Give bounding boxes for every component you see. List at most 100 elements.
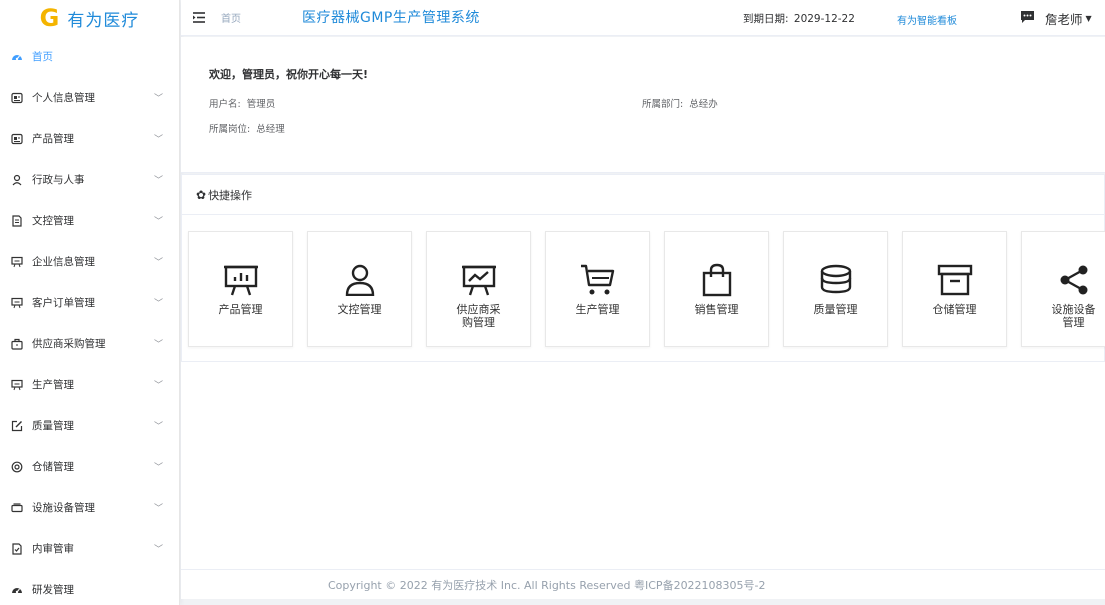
sidebar-item-internal-audit[interactable]: 内审管审 ﹀ [0, 528, 179, 569]
briefcase-icon [10, 337, 24, 351]
sidebar-item-rnd[interactable]: 研发管理 [0, 569, 179, 605]
user-icon [340, 260, 380, 300]
breadcrumb[interactable]: 首页 [221, 10, 241, 25]
quick-card-supplier-purchasing[interactable]: 供应商采购管理 [426, 231, 531, 347]
line-chart-board-icon [459, 260, 499, 300]
sidebar-item-production[interactable]: 生产管理 ﹀ [0, 364, 179, 405]
lifebuoy-icon [10, 460, 24, 474]
expiry-info: 到期日期: 2029-12-22 [743, 11, 855, 26]
message-icon[interactable] [1020, 10, 1036, 26]
username-value: 管理员 [246, 99, 276, 110]
welcome-card: 欢迎，管理员，祝你开心每一天! 用户名: 管理员 所属部门: 总经办 所属岗位: 总经… [181, 37, 1105, 173]
profile-card-icon [10, 132, 24, 146]
sidebar-item-label: 首页 [32, 51, 53, 63]
quick-card-document-control[interactable]: 文控管理 [307, 231, 412, 347]
shopping-bag-icon [697, 260, 737, 300]
quick-card-products[interactable]: 产品管理 [188, 231, 293, 347]
department-value: 总经办 [689, 99, 718, 110]
chevron-down-icon: ﹀ [153, 135, 163, 145]
department-label: 所属部门: [642, 99, 684, 110]
chevron-down-icon: ﹀ [153, 545, 163, 555]
user-dropdown[interactable]: 詹老师 ▼ [1045, 9, 1092, 28]
sidebar-item-label: 仓储管理 [32, 461, 74, 473]
presentation-icon [10, 255, 24, 269]
chevron-down-icon: ﹀ [153, 299, 163, 309]
quick-action-cards: 产品管理 文控管理 供应商采购管理 生产管理 销售管理 质量管理 仓储管理 设施… [188, 231, 1105, 347]
document-check-icon [10, 542, 24, 556]
sidebar-item-supplier-purchasing[interactable]: 供应商采购管理 ﹀ [0, 323, 179, 364]
coins-icon [816, 260, 856, 300]
chevron-down-icon: ﹀ [153, 381, 163, 391]
sidebar-item-label: 企业信息管理 [32, 256, 95, 268]
sidebar-item-enterprise-info[interactable]: 企业信息管理 ﹀ [0, 241, 179, 282]
brand-logo[interactable]: G 有为医疗 [0, 0, 179, 36]
presentation-icon [10, 296, 24, 310]
sidebar-menu: 首页 个人信息管理 ﹀ 产品管理 ﹀ 行政与人事 ﹀ 文控管理 ﹀ 企业信息管理… [0, 36, 179, 605]
sidebar-item-label: 内审管审 [32, 543, 74, 555]
sidebar-item-label: 文控管理 [32, 215, 74, 227]
chevron-down-icon: ﹀ [153, 258, 163, 268]
user-name: 詹老师 [1045, 12, 1083, 27]
quick-card-label: 产品管理 [218, 303, 263, 316]
quick-card-quality[interactable]: 质量管理 [783, 231, 888, 347]
sidebar: G 有为医疗 首页 个人信息管理 ﹀ 产品管理 ﹀ 行政与人事 ﹀ 文控管理 ﹀… [0, 0, 180, 605]
chevron-down-icon: ﹀ [153, 504, 163, 514]
chevron-down-icon: ﹀ [153, 94, 163, 104]
dashboard-icon [10, 50, 24, 64]
sidebar-item-products[interactable]: 产品管理 ﹀ [0, 118, 179, 159]
chevron-down-icon: ﹀ [153, 463, 163, 473]
username-info: 用户名: 管理员 [209, 96, 275, 110]
quick-card-sales[interactable]: 销售管理 [664, 231, 769, 347]
sidebar-item-label: 设施设备管理 [32, 502, 95, 514]
sidebar-item-quality[interactable]: 质量管理 ﹀ [0, 405, 179, 446]
position-label: 所属岗位: [209, 124, 251, 135]
presentation-chart-icon [221, 260, 261, 300]
quick-card-label: 质量管理 [813, 303, 858, 316]
sidebar-item-label: 质量管理 [32, 420, 74, 432]
chevron-down-icon: ﹀ [153, 340, 163, 350]
sidebar-item-home[interactable]: 首页 [0, 36, 179, 77]
sidebar-item-label: 研发管理 [32, 584, 74, 596]
sidebar-item-label: 个人信息管理 [32, 92, 95, 104]
quick-card-warehouse[interactable]: 仓储管理 [902, 231, 1007, 347]
brand-name: 有为医疗 [67, 10, 140, 31]
position-value: 总经理 [256, 124, 285, 135]
quick-actions-panel: ✿ 快捷操作 产品管理 文控管理 供应商采购管理 生产管理 销售管理 质量管理 … [181, 174, 1105, 362]
system-title: 医疗器械GMP生产管理系统 [302, 10, 480, 26]
dashboard-icon [10, 583, 24, 597]
quick-actions-header: ✿ 快捷操作 [182, 175, 1104, 215]
person-icon [10, 173, 24, 187]
share-icon [1054, 260, 1094, 300]
quick-actions-title: 快捷操作 [208, 188, 253, 202]
expiry-date: 2029-12-22 [793, 13, 855, 25]
quick-card-label: 供应商采购管理 [456, 303, 501, 329]
top-header: 首页 医疗器械GMP生产管理系统 到期日期: 2029-12-22 有为智能看板… [181, 0, 1105, 36]
chevron-down-icon: ﹀ [153, 217, 163, 227]
quick-card-facilities[interactable]: 设施设备管理 [1021, 231, 1105, 347]
cart-icon [578, 260, 618, 300]
sidebar-item-personal-info[interactable]: 个人信息管理 ﹀ [0, 77, 179, 118]
position-info: 所属岗位: 总经理 [209, 121, 285, 135]
quick-card-production[interactable]: 生产管理 [545, 231, 650, 347]
welcome-greeting: 欢迎，管理员，祝你开心每一天! [209, 68, 369, 81]
sidebar-item-admin-hr[interactable]: 行政与人事 ﹀ [0, 159, 179, 200]
quick-card-label: 设施设备管理 [1051, 303, 1096, 329]
sidebar-item-customer-orders[interactable]: 客户订单管理 ﹀ [0, 282, 179, 323]
sidebar-item-warehouse[interactable]: 仓储管理 ﹀ [0, 446, 179, 487]
smart-dashboard-link[interactable]: 有为智能看板 [897, 12, 957, 27]
menu-toggle-icon[interactable] [191, 10, 207, 26]
quick-card-label: 文控管理 [337, 303, 382, 316]
username-label: 用户名: [209, 99, 241, 110]
quick-card-label: 仓储管理 [932, 303, 977, 316]
logo-mark: G [39, 4, 60, 32]
presentation-icon [10, 378, 24, 392]
sidebar-item-document-control[interactable]: 文控管理 ﹀ [0, 200, 179, 241]
sidebar-item-facilities[interactable]: 设施设备管理 ﹀ [0, 487, 179, 528]
quick-card-label: 生产管理 [575, 303, 620, 316]
expiry-label: 到期日期: [743, 13, 789, 25]
sidebar-item-label: 生产管理 [32, 379, 74, 391]
department-info: 所属部门: 总经办 [642, 96, 718, 110]
quick-card-label: 销售管理 [694, 303, 739, 316]
sidebar-item-label: 行政与人事 [32, 174, 85, 186]
sidebar-item-label: 产品管理 [32, 133, 74, 145]
